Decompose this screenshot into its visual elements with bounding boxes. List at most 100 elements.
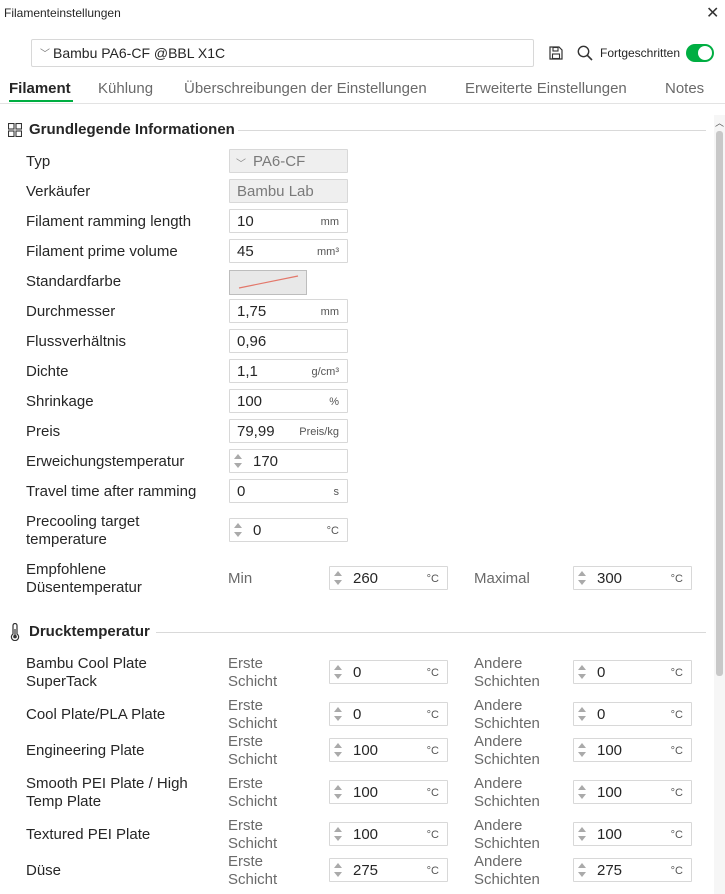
save-icon[interactable] [548,45,564,61]
spin-arrows-icon[interactable] [578,705,588,723]
spin-arrows-icon[interactable] [578,741,588,759]
other-layers-temp-spinner[interactable]: 0 °C [573,702,692,726]
shrinkage-input[interactable]: 100 % [229,389,348,413]
spin-arrows-icon[interactable] [334,741,344,759]
unit-label: °C [670,667,683,679]
unit-label: °C [670,745,683,757]
other-layers-temp-spinner[interactable]: 100 °C [573,738,692,762]
color-swatch-button[interactable] [229,270,307,295]
unit-label: g/cm³ [311,366,340,378]
spin-arrows-icon[interactable] [234,452,244,470]
tab-kuehlung[interactable]: Kühlung [98,80,153,97]
ramming-length-input[interactable]: 10 mm [229,209,348,233]
close-icon[interactable]: ✕ [706,3,719,23]
other-layers-temp-spinner[interactable]: 100 °C [573,822,692,846]
tab-notes[interactable]: Notes [665,80,704,97]
precooling-temp-spinner[interactable]: 0 °C [229,518,348,542]
unit-label: °C [426,709,439,721]
advanced-toggle[interactable] [686,44,714,62]
plate-label-line1: Engineering Plate [26,742,145,759]
plate-label-line1: Cool Plate/PLA Plate [26,706,166,723]
section-divider [156,632,706,633]
tab-filament[interactable]: Filament [9,80,71,97]
shrinkage-value: 100 [237,393,263,410]
label-precooling-line1: Precooling target [26,513,140,530]
first-layer-temp-value: 100 [353,742,379,759]
density-input[interactable]: 1,1 g/cm³ [229,359,348,383]
type-dropdown[interactable]: ﹀ PA6-CF [229,149,348,173]
other-layers-temp-spinner[interactable]: 275 °C [573,858,692,882]
scrollbar-thumb[interactable] [716,131,723,676]
label-default-color: Standardfarbe [26,273,122,290]
spin-arrows-icon[interactable] [334,825,344,843]
search-icon[interactable] [576,44,594,62]
label-density: Dichte [26,363,69,380]
first-layer-label-line2: Schicht [228,835,278,852]
unit-label: °C [670,829,683,841]
unit-label: °C [426,745,439,757]
tab-advanced[interactable]: Erweiterte Einstellungen [465,80,627,97]
first-layer-label-line2: Schicht [228,793,278,810]
nozzle-max-spinner[interactable]: 300 °C [573,566,692,590]
label-price: Preis [26,423,61,440]
plate-label-line1: Smooth PEI Plate / High [26,775,188,792]
spin-arrows-icon[interactable] [234,521,244,539]
spin-arrows-icon[interactable] [578,783,588,801]
unit-label: s [333,486,340,498]
nozzle-max-value: 300 [597,570,623,587]
other-layers-temp-value: 275 [597,862,623,879]
section-divider [238,130,706,131]
prime-volume-input[interactable]: 45 mm³ [229,239,348,263]
price-input[interactable]: 79,99 Preis/kg [229,419,348,443]
vendor-field: Bambu Lab [229,179,348,203]
spin-arrows-icon[interactable] [334,663,344,681]
other-layers-label-line1: Andere [474,775,523,792]
spin-arrows-icon[interactable] [334,861,344,879]
label-min: Min [228,570,253,587]
first-layer-temp-spinner[interactable]: 0 °C [329,702,448,726]
nozzle-min-value: 260 [353,570,379,587]
spin-arrows-icon[interactable] [334,569,344,587]
scroll-up-icon[interactable]: ︿ [715,116,724,129]
preset-name: Bambu PA6-CF @BBL X1C [53,45,226,61]
other-layers-label-line1: Andere [474,655,523,672]
unit-label: °C [670,709,683,721]
label-prime-volume: Filament prime volume [26,243,178,260]
first-layer-temp-spinner[interactable]: 100 °C [329,738,448,762]
unit-label: mm [320,216,339,228]
section-title-print-temp: Drucktemperatur [29,623,150,640]
diameter-value: 1,75 [237,303,267,320]
travel-time-input[interactable]: 0 s [229,479,348,503]
spin-arrows-icon[interactable] [334,783,344,801]
other-layers-temp-spinner[interactable]: 100 °C [573,780,692,804]
other-layers-temp-spinner[interactable]: 0 °C [573,660,692,684]
other-layers-temp-value: 100 [597,784,623,801]
other-layers-temp-value: 0 [597,706,606,723]
spin-arrows-icon[interactable] [578,569,588,587]
vendor-value: Bambu Lab [237,183,314,200]
first-layer-temp-value: 0 [353,664,362,681]
advanced-label: Fortgeschritten [600,46,681,60]
spin-arrows-icon[interactable] [578,861,588,879]
first-layer-temp-spinner[interactable]: 100 °C [329,822,448,846]
first-layer-temp-value: 100 [353,826,379,843]
plate-label-line1: Textured PEI Plate [26,826,151,843]
preset-dropdown[interactable]: ﹀ Bambu PA6-CF @BBL X1C [31,39,534,67]
first-layer-label-line2: Schicht [228,715,278,732]
spin-arrows-icon[interactable] [578,825,588,843]
other-layers-temp-value: 100 [597,826,623,843]
spin-arrows-icon[interactable] [334,705,344,723]
first-layer-temp-spinner[interactable]: 100 °C [329,780,448,804]
spin-arrows-icon[interactable] [578,663,588,681]
window-title: Filamenteinstellungen [4,6,121,20]
diameter-input[interactable]: 1,75 mm [229,299,348,323]
tab-overrides[interactable]: Überschreibungen der Einstellungen [184,80,427,97]
softening-temp-spinner[interactable]: 170 [229,449,348,473]
flow-ratio-input[interactable]: 0,96 [229,329,348,353]
ramming-length-value: 10 [237,213,254,230]
first-layer-temp-spinner[interactable]: 275 °C [329,858,448,882]
other-layers-label-line1: Andere [474,817,523,834]
first-layer-temp-spinner[interactable]: 0 °C [329,660,448,684]
nozzle-min-spinner[interactable]: 260 °C [329,566,448,590]
other-layers-label-line1: Andere [474,697,523,714]
